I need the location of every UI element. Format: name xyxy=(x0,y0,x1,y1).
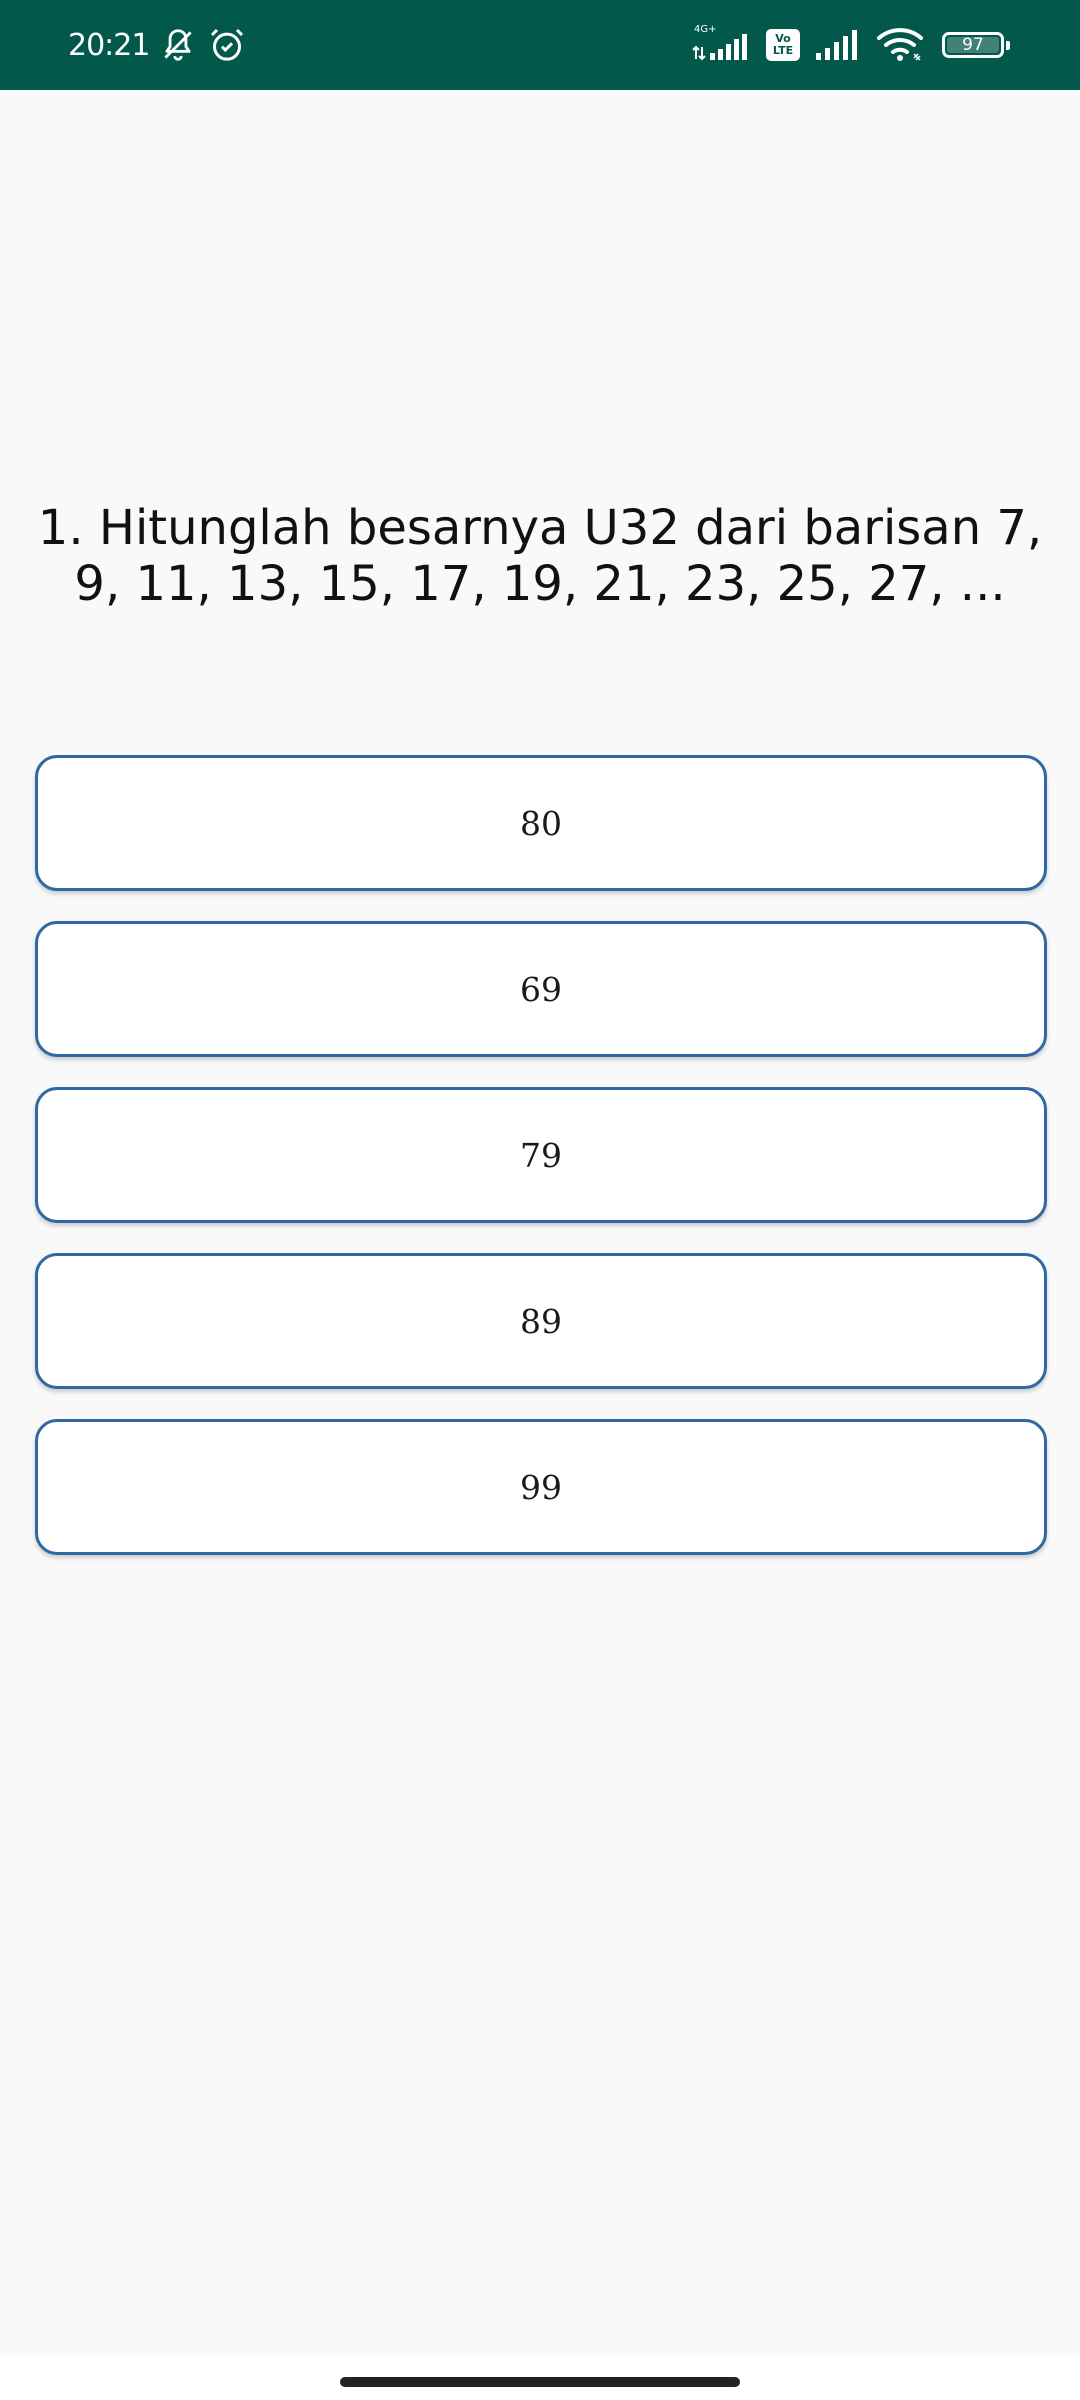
volte-label-bottom: LTE xyxy=(772,44,794,57)
answer-option-label: 69 xyxy=(520,969,562,1009)
navigation-bar xyxy=(0,2355,1080,2400)
answer-option-2[interactable]: 69 xyxy=(35,921,1047,1057)
signal-icon xyxy=(816,30,857,60)
answer-option-label: 89 xyxy=(520,1301,562,1341)
battery-level: 97 xyxy=(962,35,984,55)
status-time: 20:21 xyxy=(68,27,150,63)
answer-option-4[interactable]: 89 xyxy=(35,1253,1047,1389)
wifi-icon xyxy=(877,28,923,61)
signal-4g-group: 4G+ xyxy=(692,25,752,65)
answer-options: 80 69 79 89 99 xyxy=(35,755,1047,1585)
volte-icon: Vo LTE xyxy=(766,29,800,61)
answer-option-1[interactable]: 80 xyxy=(35,755,1047,891)
answer-option-label: 99 xyxy=(520,1467,562,1507)
battery-icon: 97 xyxy=(942,32,1010,58)
home-indicator[interactable] xyxy=(340,2377,740,2387)
question-text: 1. Hitunglah besarnya U32 dari barisan 7… xyxy=(37,500,1043,612)
alarm-icon xyxy=(211,28,244,61)
answer-option-label: 79 xyxy=(520,1135,562,1175)
answer-option-label: 80 xyxy=(520,803,562,843)
status-left: 20:21 xyxy=(68,0,247,90)
answer-option-3[interactable]: 79 xyxy=(35,1087,1047,1223)
answer-option-5[interactable]: 99 xyxy=(35,1419,1047,1555)
status-right: 4G+ Vo LTE 97 xyxy=(692,0,1010,90)
signal-icon xyxy=(692,34,747,61)
status-bar: 20:21 4G+ Vo LTE 97 xyxy=(0,0,1080,90)
notifications-off-icon xyxy=(164,29,193,61)
